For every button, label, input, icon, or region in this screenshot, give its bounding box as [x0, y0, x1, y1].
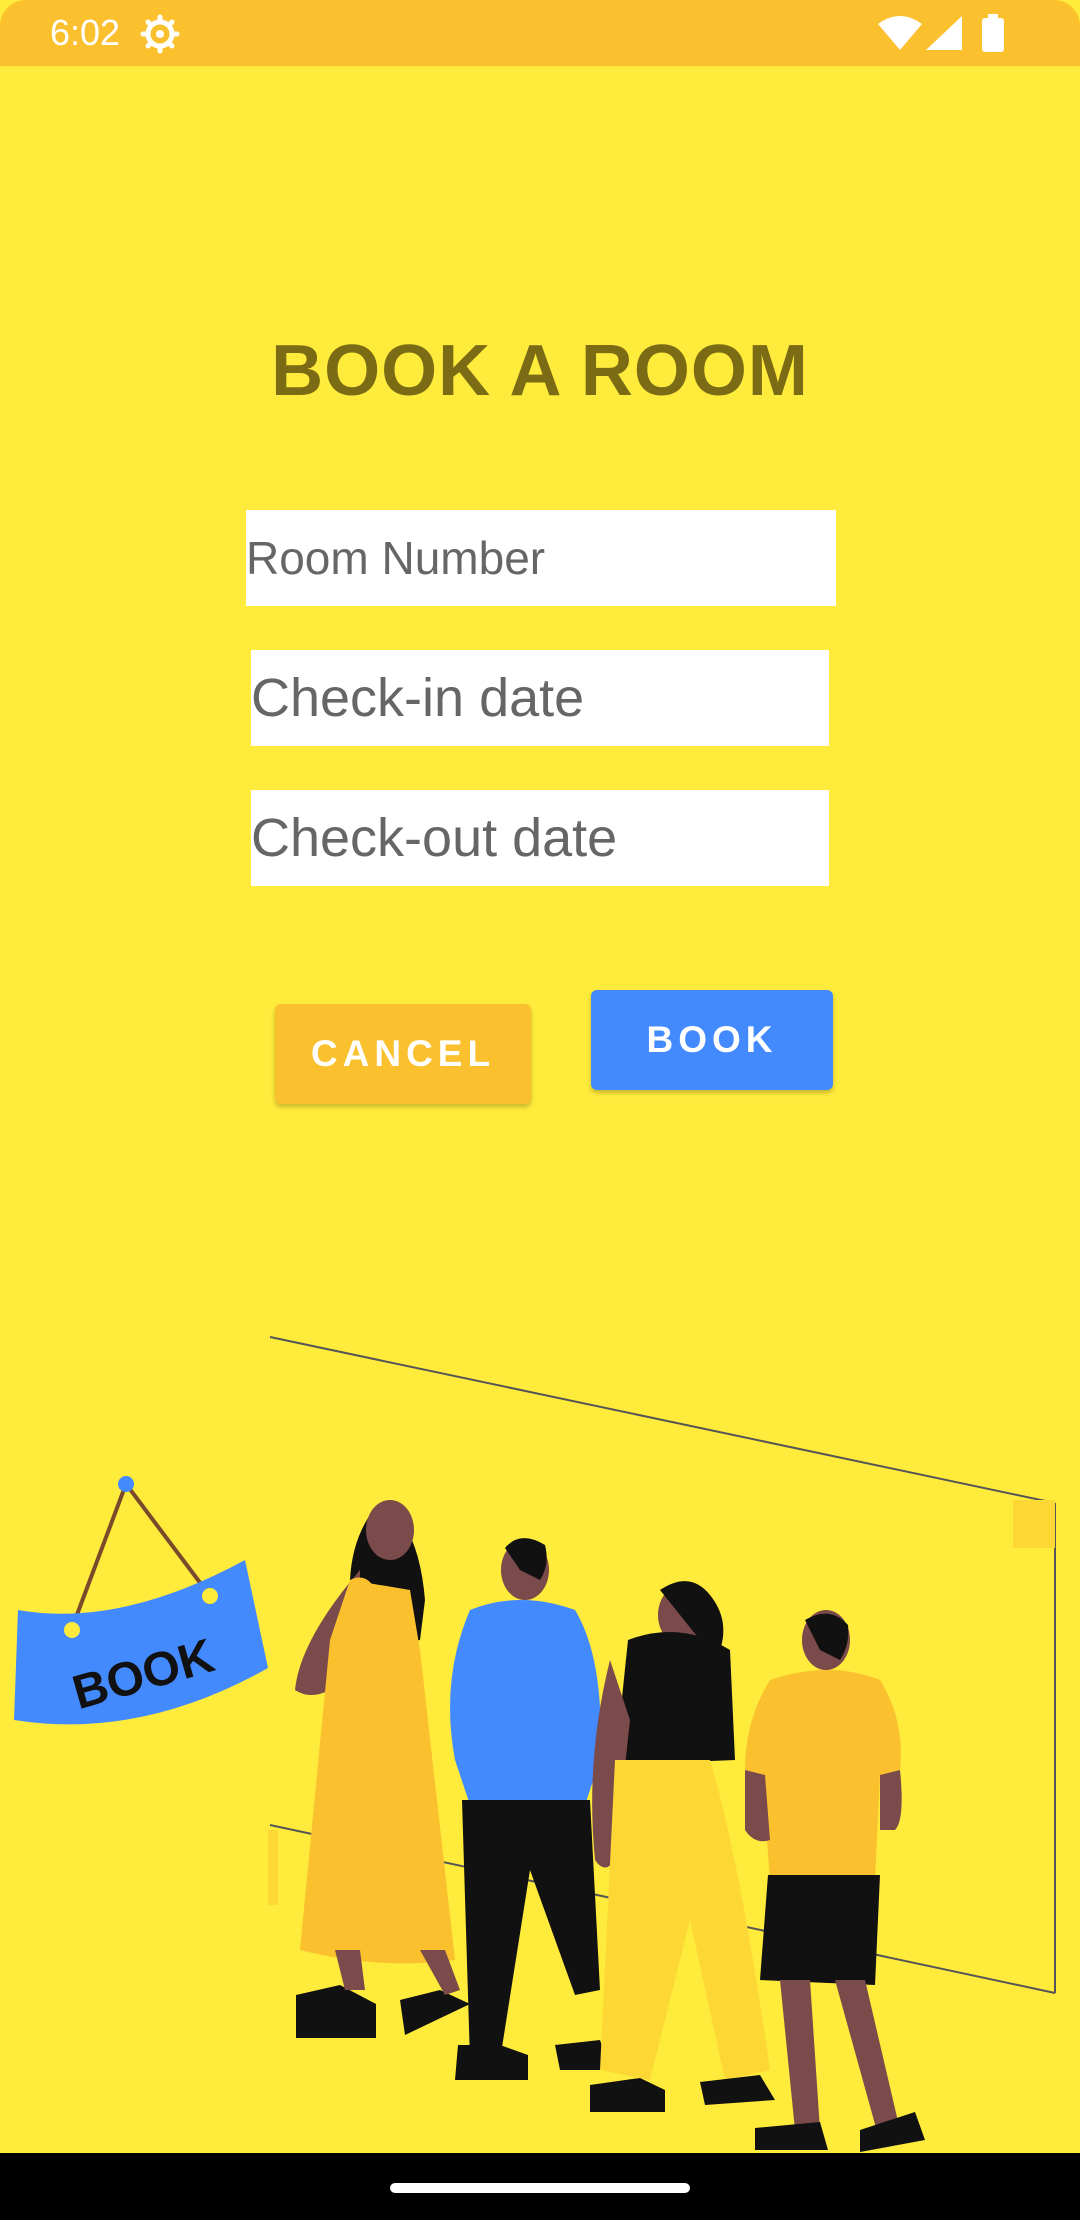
home-gesture-pill[interactable] — [390, 2183, 690, 2193]
page-title: BOOK A ROOM — [271, 331, 809, 411]
person-yellow-shirt — [745, 1610, 925, 2152]
settings-icon — [140, 14, 180, 54]
checkin-date-input[interactable] — [251, 650, 829, 746]
room-number-input[interactable] — [246, 510, 836, 606]
doorway-accent — [1013, 1500, 1055, 1548]
person-yellow-dress — [295, 1500, 470, 2038]
signal-icon — [926, 16, 962, 50]
book-button[interactable]: BOOK — [591, 990, 833, 1090]
book-sign: BOOK — [14, 1476, 268, 1725]
doorway-accent-left — [268, 1830, 278, 1905]
people-queue-illustration: BOOK — [14, 1336, 1056, 2152]
status-bar: 6:02 — [0, 0, 1080, 66]
cancel-button[interactable]: CANCEL — [275, 1004, 531, 1104]
person-blue-shirt — [450, 1538, 610, 2080]
battery-icon — [982, 14, 1004, 52]
person-black-top — [590, 1581, 775, 2112]
wifi-icon — [878, 16, 922, 50]
checkout-date-input[interactable] — [251, 790, 829, 886]
status-time: 6:02 — [50, 12, 121, 53]
